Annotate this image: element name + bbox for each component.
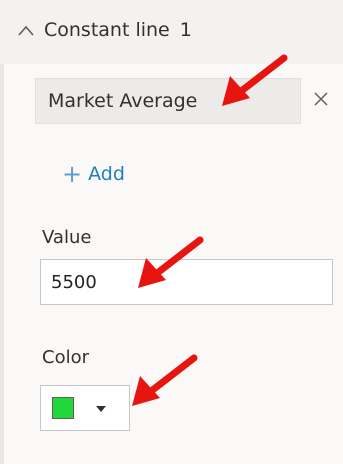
- chevron-up-icon[interactable]: [17, 22, 35, 40]
- section-title: Constant line 1: [44, 19, 192, 41]
- add-button-label: Add: [88, 163, 125, 185]
- annotation-arrow-color: [132, 354, 198, 406]
- annotation-arrow-name: [222, 54, 288, 106]
- color-label: Color: [42, 347, 89, 368]
- section-header[interactable]: Constant line 1: [0, 0, 343, 65]
- close-icon[interactable]: [312, 90, 330, 108]
- annotation-arrow-value: [138, 236, 204, 288]
- section-count: 1: [179, 19, 192, 41]
- section-title-label: Constant line: [44, 19, 170, 41]
- color-swatch: [52, 397, 74, 419]
- add-button[interactable]: + Add: [62, 160, 125, 188]
- value-label: Value: [42, 227, 92, 248]
- constant-line-name: Market Average: [48, 90, 198, 112]
- caret-down-icon: [96, 406, 106, 412]
- color-picker-button[interactable]: [40, 385, 130, 431]
- plus-icon: +: [62, 160, 83, 188]
